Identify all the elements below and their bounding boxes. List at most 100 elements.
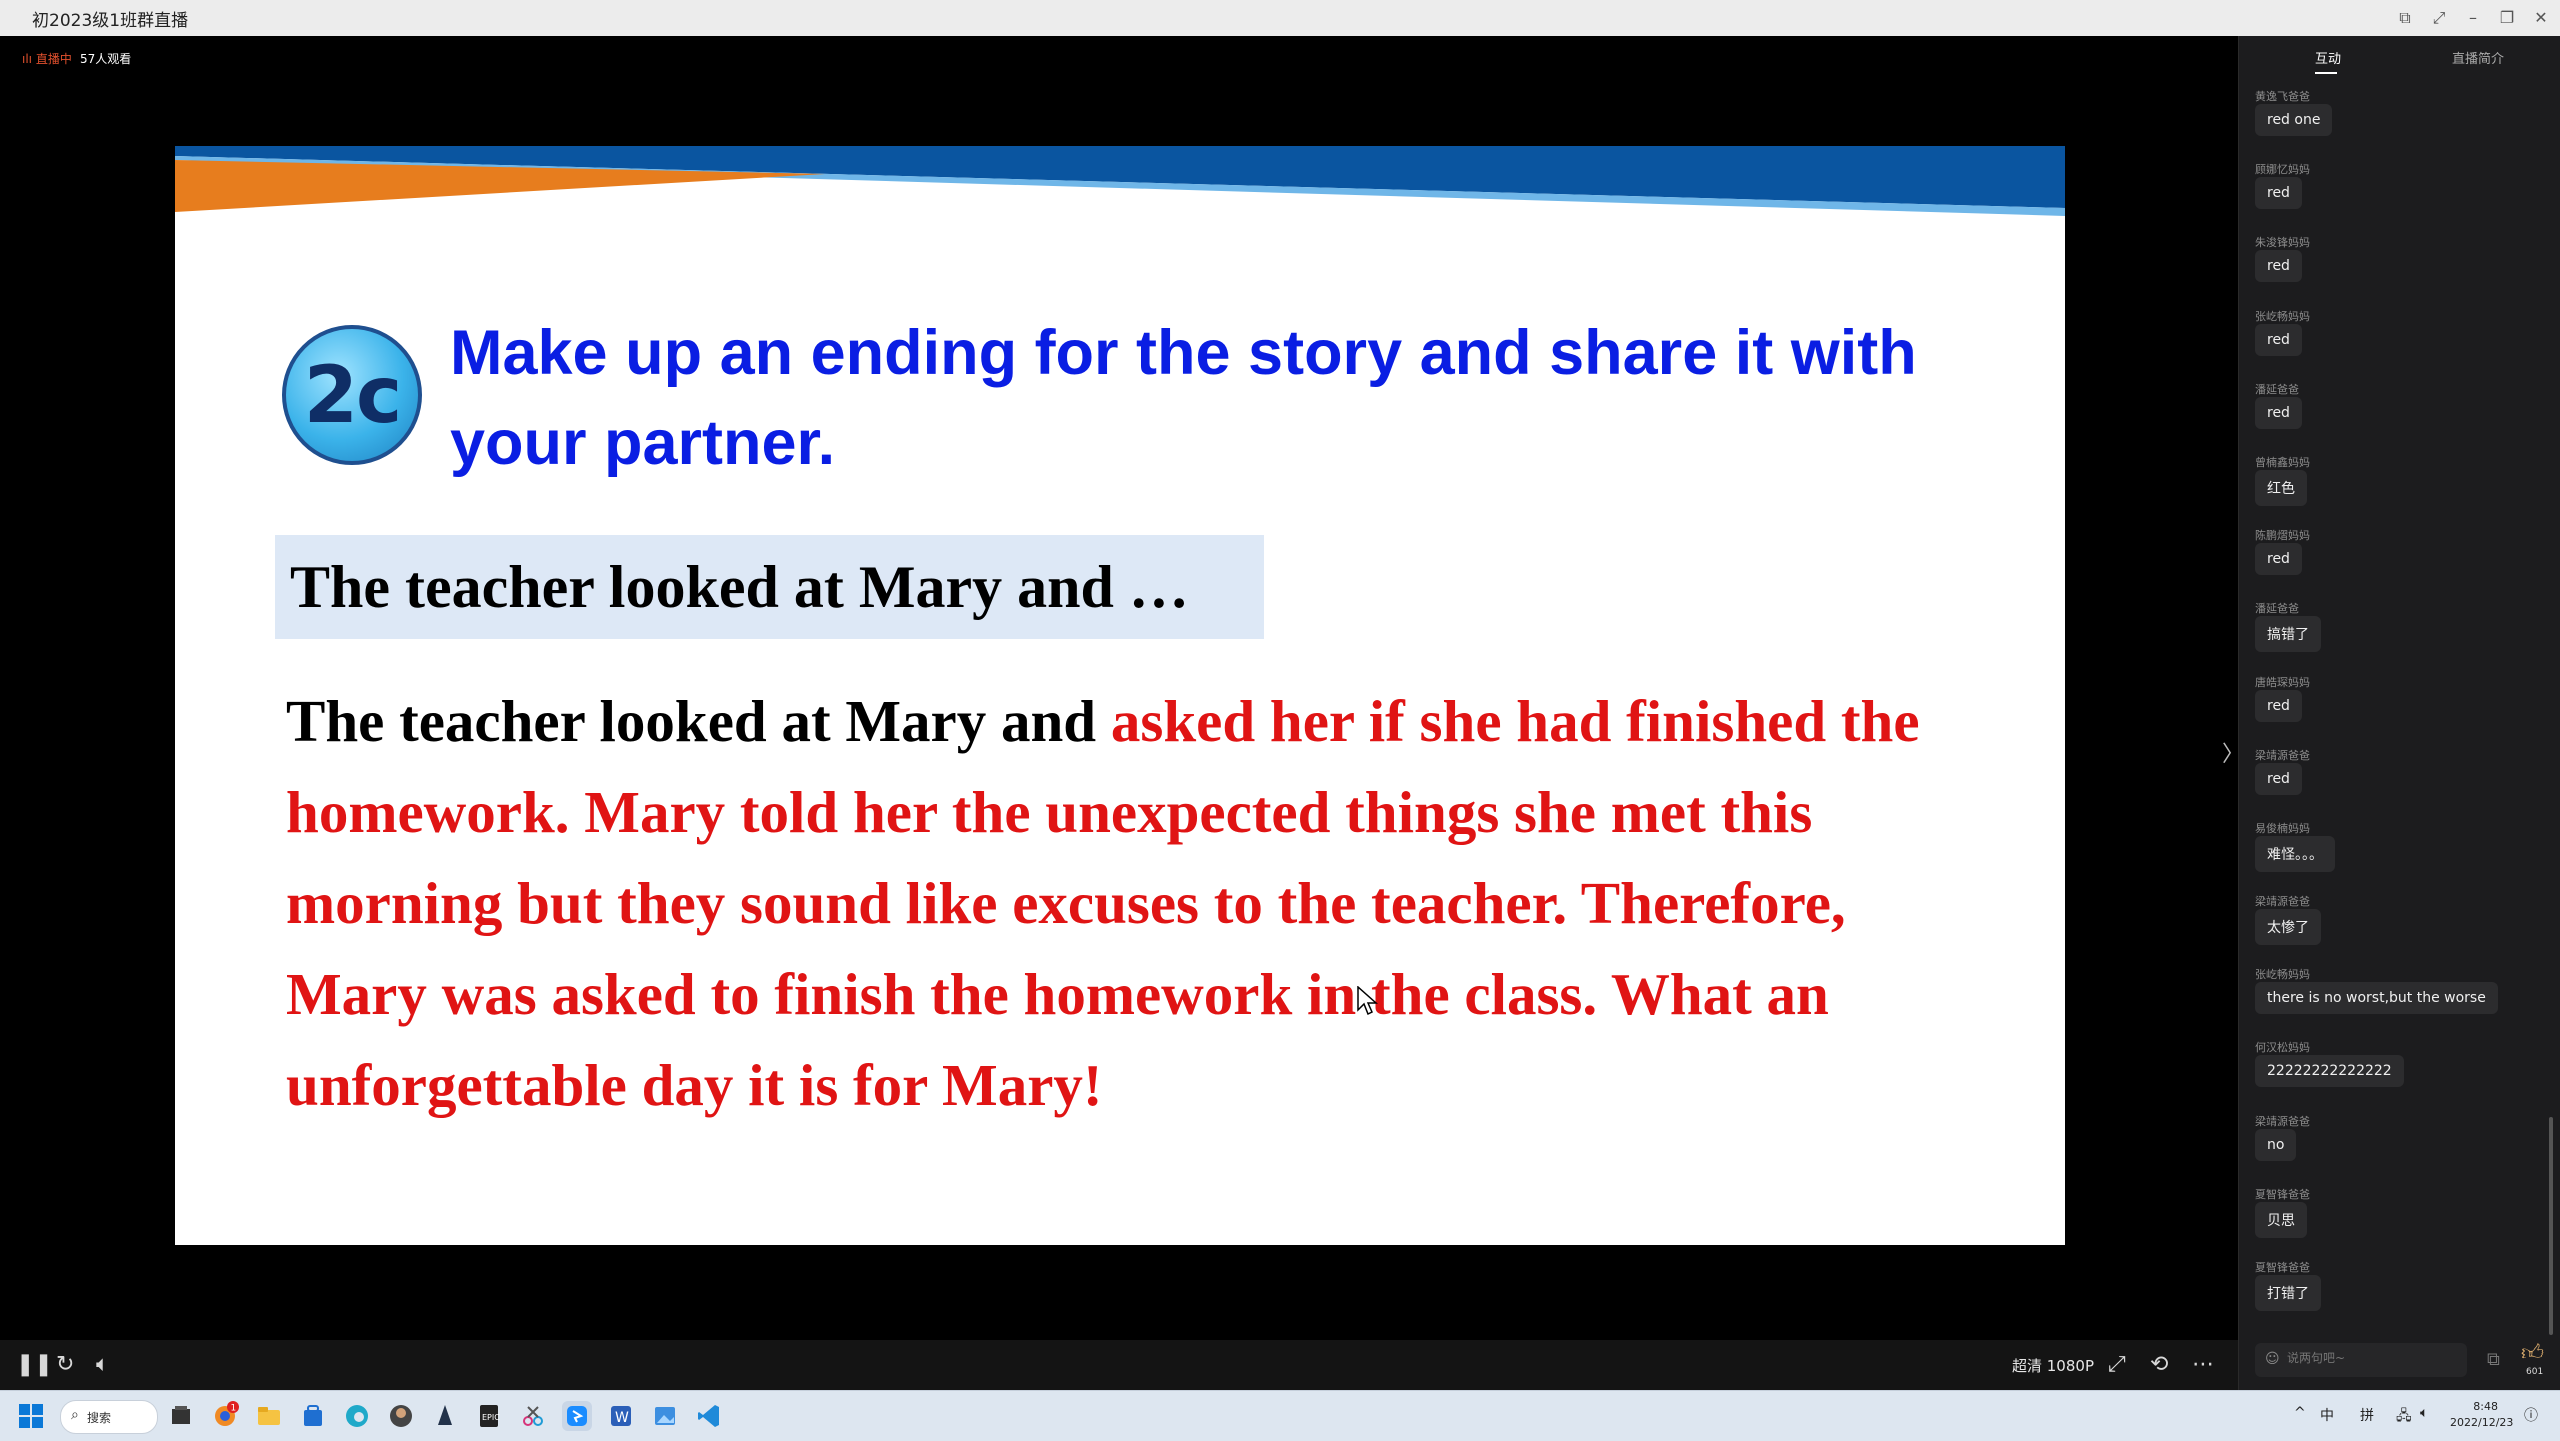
chat-input[interactable] (2285, 1350, 2459, 1366)
ime-mode-indicator[interactable]: 中 (2320, 1405, 2334, 1425)
chat-username: 张屹畅妈妈 (2255, 968, 2310, 982)
edge-icon[interactable] (342, 1401, 372, 1431)
chat-bubble: red (2255, 689, 2302, 722)
chat-bubble: red (2255, 543, 2302, 576)
chat-message: 顾娜忆妈妈 red (2239, 161, 2560, 234)
chat-bubble: 难怪。。。 (2255, 835, 2335, 872)
chat-username: 朱浚锋妈妈 (2255, 236, 2310, 250)
chat-message: 曾楠鑫妈妈 红色 (2239, 454, 2560, 527)
chat-username: 梁靖源爸爸 (2255, 1114, 2310, 1128)
tab-live-intro[interactable]: 直播简介 (2452, 48, 2504, 67)
notification-badge: 1 (231, 1404, 237, 1414)
epic-icon[interactable]: EPIC (474, 1401, 504, 1431)
chat-username: 陈鹏熠妈妈 (2255, 529, 2310, 543)
refresh-icon[interactable]: ↻ (56, 1352, 74, 1378)
slide-heading: Make up an ending for the story and shar… (450, 318, 1917, 478)
vscode-icon[interactable] (694, 1401, 724, 1431)
chat-bubble: red (2255, 396, 2302, 429)
dingtalk-icon[interactable] (562, 1401, 592, 1431)
story-ending-text: The teacher looked at Mary and asked her… (286, 676, 1976, 1131)
file-explorer-icon[interactable] (166, 1401, 196, 1431)
emoji-icon[interactable]: ☺ (2265, 1351, 2280, 1367)
live-video-player[interactable]: ılı 直播中 57人观看 2c Make up an ending for t… (0, 36, 2244, 1390)
notification-center-icon[interactable]: ⓘ (2524, 1405, 2538, 1425)
clock-time: 8:48 (2473, 1400, 2498, 1413)
chat-message: 朱浚锋妈妈 red (2239, 234, 2560, 307)
chat-username: 潘延爸爸 (2255, 382, 2299, 396)
browser-icon[interactable]: 1 (210, 1401, 240, 1431)
fullscreen-toggle-icon[interactable]: ⤢ (2108, 1352, 2126, 1378)
minimize-icon[interactable]: – (2456, 4, 2490, 32)
pause-icon[interactable]: ❚❚ (16, 1352, 53, 1378)
rotate-icon[interactable]: ⟲ (2150, 1352, 2168, 1378)
chat-bubble: there is no worst,but the worse (2255, 982, 2498, 1015)
windows-taskbar: ⌕ 搜索 1 EPIC W ^ 中 拼 🖧︎ 🔈︎ 8:48 2022/12/2… (0, 1390, 2560, 1441)
chat-bubble: 红色 (2255, 469, 2307, 506)
app-icon[interactable] (386, 1401, 416, 1431)
tray-overflow-icon[interactable]: ^ (2294, 1405, 2306, 1421)
photos-icon[interactable] (650, 1401, 680, 1431)
word-icon[interactable]: W (606, 1401, 636, 1431)
story-prompt: The teacher looked at Mary and … (290, 554, 1189, 620)
taskbar-search[interactable]: ⌕ 搜索 (60, 1400, 158, 1434)
chat-username: 唐皓琛妈妈 (2255, 675, 2310, 689)
ime-pinyin-indicator[interactable]: 拼 (2360, 1405, 2374, 1425)
chat-bubble: red (2255, 323, 2302, 356)
clock-date: 2022/12/23 (2450, 1416, 2514, 1429)
like-icon[interactable]: 👍︎ (2521, 1339, 2544, 1366)
chat-bubble: red one (2255, 104, 2333, 136)
chat-message: 梁靖源爸爸 red (2239, 747, 2560, 820)
search-icon: ⌕ (71, 1407, 79, 1423)
chat-bubble: 搞错了 (2255, 616, 2321, 653)
story-start: The teacher looked at Mary and (286, 688, 1111, 754)
fullscreen-icon[interactable]: ⤢ (2422, 4, 2456, 32)
chat-bubble: red (2255, 762, 2302, 795)
viewer-count: 57人观看 (80, 52, 132, 66)
close-icon[interactable]: ✕ (2524, 4, 2558, 32)
chat-username: 夏智锋爸爸 (2255, 1187, 2310, 1201)
chat-input-box[interactable]: ☺ (2255, 1343, 2467, 1377)
chat-username: 夏智锋爸爸 (2255, 1261, 2310, 1274)
chat-username: 易俊楠妈妈 (2255, 821, 2310, 835)
chat-username: 黄逸飞爸爸 (2255, 90, 2310, 103)
tab-interaction[interactable]: 互动 (2315, 48, 2341, 67)
quality-selector[interactable]: 超清 1080P (2012, 1355, 2094, 1376)
folder-icon[interactable] (254, 1401, 284, 1431)
snip-icon[interactable] (518, 1401, 548, 1431)
system-clock[interactable]: 8:48 2022/12/23 (2450, 1399, 2514, 1431)
more-icon[interactable]: ⋯ (2192, 1352, 2214, 1378)
chat-bubble: red (2255, 250, 2302, 283)
player-control-bar: ❚❚ ↻ 🔈︎ 超清 1080P ⤢ ⟲ ⋯ (0, 1340, 2238, 1390)
svg-text:W: W (615, 1410, 629, 1426)
restore-icon[interactable]: ❐ (2490, 4, 2524, 32)
app-icon-2[interactable] (430, 1401, 460, 1431)
store-icon[interactable] (298, 1401, 328, 1431)
window-title: 初2023级1班群直播 (32, 11, 189, 31)
exercise-number-badge: 2c (282, 325, 422, 465)
volume-icon[interactable]: 🔈︎ (96, 1352, 109, 1378)
start-icon[interactable] (16, 1401, 46, 1431)
chat-bubble: 打错了 (2255, 1275, 2321, 1311)
chat-scrollbar[interactable] (2549, 1117, 2553, 1335)
chat-message: 易俊楠妈妈 难怪。。。 (2239, 820, 2560, 893)
pin-icon[interactable]: ⧉ (2388, 4, 2422, 32)
chat-message: 夏智锋爸爸 贝思 (2239, 1186, 2560, 1259)
chat-message-list[interactable]: 黄逸飞爸爸 red one 顾娜忆妈妈 red 朱浚锋妈妈 red 张屹畅妈妈 red … (2239, 88, 2560, 1332)
network-icon[interactable]: 🖧︎ (2396, 1405, 2412, 1429)
active-tab-indicator (2315, 72, 2337, 74)
chat-message: 陈鹏熠妈妈 red (2239, 527, 2560, 600)
chat-bubble: 贝思 (2255, 1201, 2307, 1238)
gift-icon[interactable]: ⧉ (2487, 1349, 2500, 1370)
chat-username: 顾娜忆妈妈 (2255, 163, 2310, 177)
interaction-sidebar: 互动 直播简介 黄逸飞爸爸 red one 顾娜忆妈妈 red 朱浚锋妈妈 red 张… (2238, 36, 2560, 1390)
like-count: 601 (2526, 1367, 2544, 1377)
chat-bubble: 太惨了 (2255, 909, 2321, 946)
window-titlebar: 初2023级1班群直播 ⧉ ⤢ – ❐ ✕ (0, 0, 2560, 37)
chat-message: 张屹畅妈妈 there is no worst,but the worse (2239, 966, 2560, 1039)
chat-username: 何汉松妈妈 (2255, 1041, 2310, 1055)
mouse-cursor-icon (1357, 986, 1378, 1016)
volume-tray-icon[interactable]: 🔈︎ (2420, 1405, 2428, 1421)
chat-message: 夏智锋爸爸 打错了 (2239, 1259, 2560, 1332)
sidebar-tabs: 互动 直播简介 (2239, 36, 2560, 78)
chat-message: 何汉松妈妈 22222222222222 (2239, 1039, 2560, 1112)
